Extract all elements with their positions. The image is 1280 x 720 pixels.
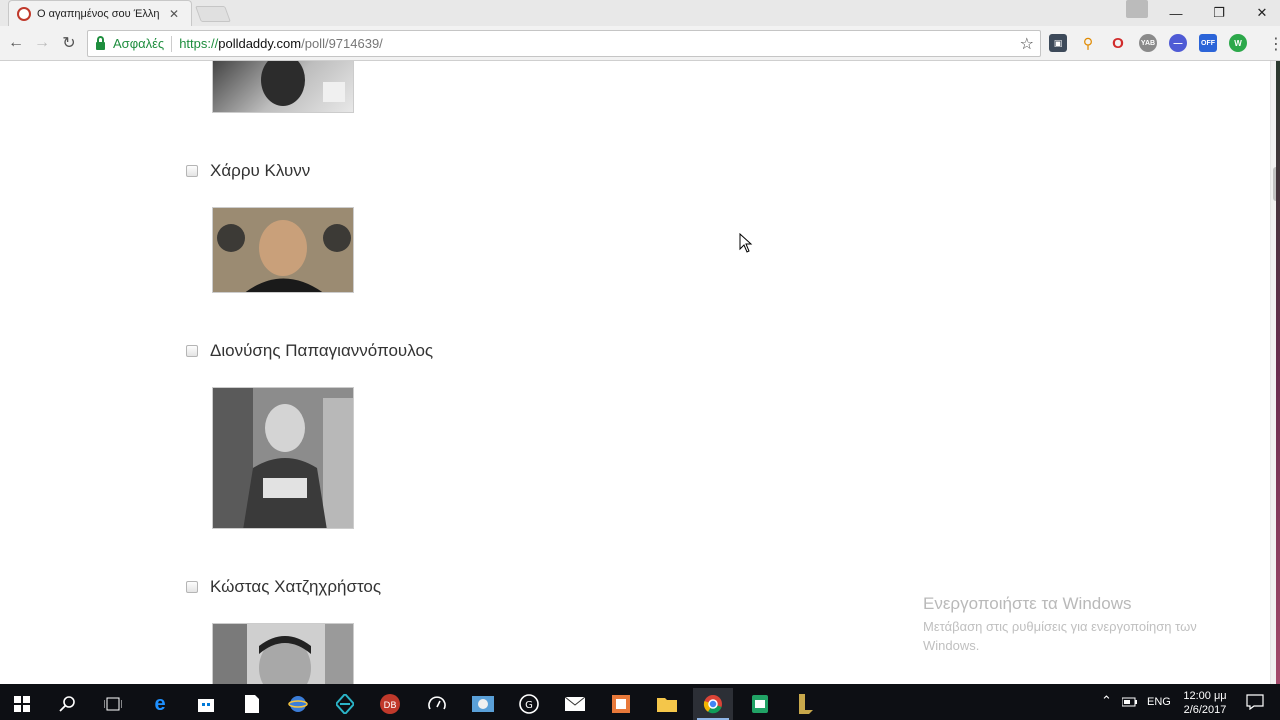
poll-option-3[interactable]: Κώστας Χατζηχρήστος	[186, 577, 381, 597]
activation-watermark-subtitle: Μετάβαση στις ρυθμίσεις για ενεργοποίηση…	[923, 619, 1197, 653]
poll-option-2[interactable]: Διονύσης Παπαγιαννόπουλος	[186, 341, 433, 361]
taskbar-file[interactable]	[232, 688, 272, 720]
document-icon	[245, 695, 259, 713]
photo-placeholder-icon	[213, 624, 353, 684]
action-center-icon[interactable]	[1246, 694, 1264, 710]
circle-app-icon: G	[519, 694, 539, 714]
url-protocol: https://	[179, 36, 219, 51]
taskbar-app-diamond[interactable]	[325, 688, 365, 720]
taskbar-app-office[interactable]	[601, 688, 641, 720]
browser-toolbar: ← → ↻ Ασφαλές https://polldaddy.com/poll…	[0, 26, 1280, 61]
taskbar-mail[interactable]	[555, 688, 595, 720]
taskbar-edge[interactable]: e	[140, 688, 180, 720]
taskbar-app-speed[interactable]	[417, 688, 457, 720]
windows-taskbar: e DB G ⌃ ENG	[0, 684, 1280, 720]
office-app-icon	[612, 695, 630, 713]
taskbar-chrome[interactable]	[693, 688, 733, 720]
option-label: Διονύσης Παπαγιαννόπουλος	[210, 341, 434, 360]
taskbar-app-globe[interactable]	[278, 688, 318, 720]
bookmark-star-icon[interactable]: ☆	[1020, 34, 1034, 54]
chrome-icon	[703, 695, 722, 714]
extension-green-icon[interactable]: W	[1229, 34, 1247, 52]
option-checkbox[interactable]	[186, 345, 198, 357]
start-button[interactable]	[2, 688, 42, 720]
chrome-menu-icon[interactable]: ⋮	[1268, 34, 1280, 54]
mail-icon	[565, 697, 585, 711]
network-app-icon	[472, 696, 494, 712]
spreadsheet-icon	[752, 695, 768, 713]
close-window-button[interactable]: ✕	[1240, 0, 1280, 26]
taskbar-store[interactable]	[186, 688, 226, 720]
browser-tab[interactable]: Ο αγαπημένος σου Έλλη ✕	[8, 0, 192, 26]
extension-grey-icon[interactable]: YAB	[1139, 34, 1157, 52]
address-bar[interactable]: Ασφαλές https://polldaddy.com/poll/97146…	[87, 30, 1041, 57]
taskbar-app-network[interactable]	[463, 688, 503, 720]
diamond-app-icon	[336, 694, 354, 714]
option-checkbox[interactable]	[186, 165, 198, 177]
db-app-icon: DB	[380, 694, 400, 714]
edge-browser-icon: e	[154, 692, 166, 715]
taskbar-app-circle[interactable]: G	[509, 688, 549, 720]
restore-button[interactable]: ❐	[1197, 0, 1241, 26]
omnibox-separator	[171, 35, 173, 52]
background-window-edge	[1276, 61, 1280, 684]
option-photo-1	[212, 207, 354, 293]
polldaddy-favicon-icon	[17, 6, 31, 21]
tab-title: Ο αγαπημένος σου Έλλη	[37, 7, 160, 20]
language-indicator[interactable]: ENG	[1147, 696, 1171, 708]
task-view-button[interactable]	[93, 688, 133, 720]
extension-opera-icon[interactable]: O	[1109, 34, 1127, 52]
new-tab-button[interactable]	[195, 6, 231, 22]
svg-text:DB: DB	[383, 701, 396, 711]
search-icon	[59, 696, 75, 712]
page-content: Χάρρυ Κλυνν Διονύσης Παπαγιαννόπουλος Κώ…	[0, 61, 1270, 684]
taskbar-app-db[interactable]: DB	[370, 688, 410, 720]
clock-time: 12:00 μμ	[1183, 690, 1227, 702]
store-icon	[198, 699, 214, 712]
option-label: Χάρρυ Κλυνν	[210, 161, 311, 180]
search-button[interactable]	[48, 688, 88, 720]
option-label: Κώστας Χατζηχρήστος	[210, 577, 382, 596]
option-checkbox[interactable]	[186, 581, 198, 593]
minimize-button[interactable]: —	[1154, 0, 1198, 26]
task-view-icon	[104, 697, 122, 711]
profile-icon[interactable]	[1126, 0, 1148, 18]
photo-placeholder-icon	[213, 208, 353, 292]
taskbar-sheets[interactable]	[740, 688, 780, 720]
tab-strip: Ο αγαπημένος σου Έλλη ✕ — ❐ ✕	[0, 0, 1280, 26]
lock-icon	[96, 35, 105, 50]
url-path: /poll/9714639/	[301, 36, 383, 51]
taskbar-clock[interactable]: 12:00 μμ 2/6/2017	[1180, 689, 1230, 717]
speedometer-icon	[428, 696, 446, 710]
extension-tampermonkey-icon[interactable]: ▣	[1049, 34, 1067, 52]
globe-app-icon	[288, 696, 308, 712]
back-icon[interactable]: ←	[4, 32, 28, 54]
taskbar-file-explorer[interactable]	[647, 688, 687, 720]
mouse-cursor-icon	[739, 233, 753, 253]
option-photo-2	[212, 387, 354, 529]
activation-watermark-title: Ενεργοποιήστε τα Windows	[923, 594, 1132, 613]
forward-icon[interactable]: →	[30, 32, 54, 54]
option-photo-partial	[212, 61, 354, 113]
url-host: polldaddy.com	[218, 36, 302, 51]
game-app-icon	[799, 694, 813, 714]
extension-block-icon[interactable]: —	[1169, 34, 1187, 52]
poll-option-1[interactable]: Χάρρυ Κλυνν	[186, 161, 310, 181]
secure-label: Ασφαλές	[113, 36, 165, 51]
tab-close-icon[interactable]: ✕	[169, 7, 179, 21]
folder-icon	[657, 698, 677, 712]
extension-key-icon[interactable]: ⚲	[1079, 34, 1097, 52]
photo-placeholder-icon	[261, 61, 345, 106]
reload-icon[interactable]: ↻	[57, 32, 81, 54]
clock-date: 2/6/2017	[1183, 704, 1227, 716]
taskbar-app-league[interactable]	[786, 688, 826, 720]
battery-icon[interactable]	[1122, 697, 1138, 707]
windows-logo-icon	[14, 696, 30, 712]
svg-text:G: G	[525, 700, 533, 711]
tray-chevron-icon[interactable]: ⌃	[1101, 693, 1112, 709]
option-photo-3	[212, 623, 354, 684]
photo-placeholder-icon	[213, 388, 353, 528]
extension-off-icon[interactable]: OFF	[1199, 34, 1217, 52]
